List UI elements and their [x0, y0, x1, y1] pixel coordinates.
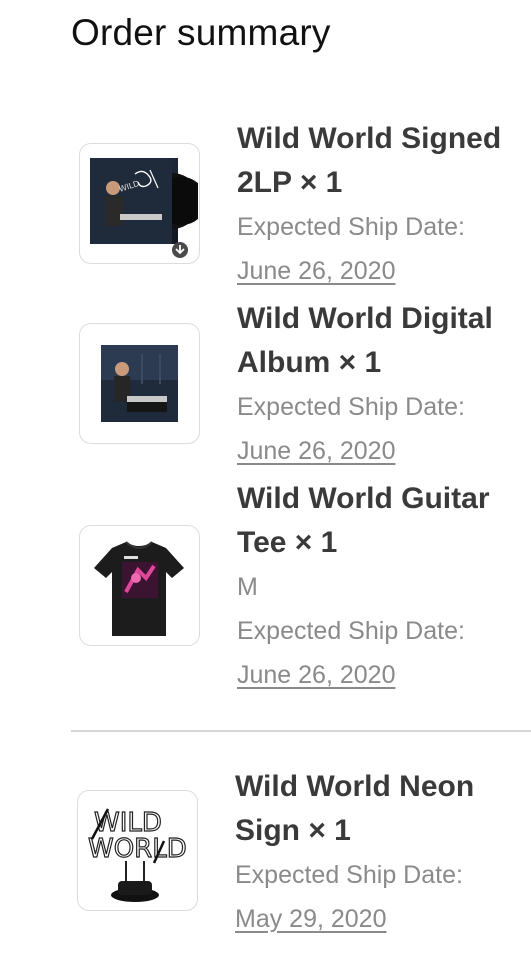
item-name: Wild World Signed 2LP × 1 [237, 122, 502, 199]
item-name: Wild World Neon Sign × 1 [235, 770, 475, 847]
item-name: Wild World Digital Album × 1 [237, 302, 493, 379]
item-info: Wild World Digital Album × 1 Expected Sh… [237, 297, 527, 473]
album-cover-thumbnail[interactable] [79, 323, 200, 444]
item-info: Wild World Signed 2LP × 1 Expected Ship … [237, 117, 527, 293]
ship-date-label: Expected Ship Date: [237, 393, 465, 421]
neon-sign-thumbnail[interactable]: WILD WORLD [77, 790, 198, 911]
item-info: Wild World Neon Sign × 1 Expected Ship D… [235, 765, 525, 941]
ship-date-label: Expected Ship Date: [235, 861, 463, 889]
item-info: Wild World Guitar Tee × 1 M Expected Shi… [237, 477, 527, 697]
ship-date-link[interactable]: June 26, 2020 [237, 429, 527, 473]
album-cover-icon [101, 345, 178, 422]
ship-date-link[interactable]: June 26, 2020 [237, 249, 527, 293]
ship-date-link[interactable]: June 26, 2020 [237, 653, 527, 697]
section-divider [71, 730, 531, 732]
signed-vinyl-thumbnail[interactable]: WILD [79, 143, 200, 264]
ship-date-label: Expected Ship Date: [237, 213, 465, 241]
neon-sign-icon: WILD WORLD [87, 807, 187, 902]
ship-date-link[interactable]: May 29, 2020 [235, 897, 525, 941]
item-name: Wild World Guitar Tee × 1 [237, 482, 490, 559]
page-title: Order summary [71, 12, 331, 53]
item-variant: M [237, 573, 258, 601]
tshirt-thumbnail[interactable] [79, 525, 200, 646]
vinyl-album-icon: WILD [90, 158, 198, 258]
ship-date-label: Expected Ship Date: [237, 617, 465, 645]
tshirt-icon [94, 541, 184, 636]
svg-text:WORLD: WORLD [88, 834, 187, 864]
